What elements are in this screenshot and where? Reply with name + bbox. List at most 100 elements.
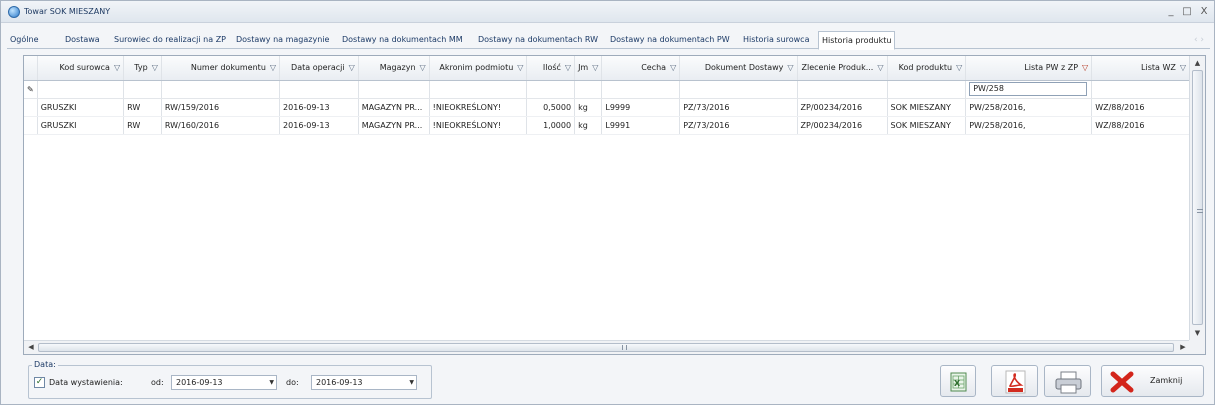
vertical-scroll-thumb[interactable]	[1192, 70, 1203, 325]
date-group-label: Data:	[32, 360, 58, 369]
funnel-icon[interactable]: ▽	[270, 63, 276, 72]
col-header-magazyn[interactable]: Magazyn ▽	[358, 56, 430, 81]
filter-cell[interactable]	[679, 80, 798, 99]
tab-dostawy-mm[interactable]: Dostawy na dokumentach MM	[339, 31, 466, 49]
tab-dostawy-na-magazynie[interactable]: Dostawy na magazynie	[233, 31, 332, 49]
col-header-typ[interactable]: Typ ▽	[123, 56, 162, 81]
tab-dostawy-rw[interactable]: Dostawy na dokumentach RW	[475, 31, 601, 49]
filter-cell[interactable]	[887, 80, 967, 99]
do-label: do:	[286, 378, 299, 387]
chevron-down-icon[interactable]: ▼	[409, 376, 414, 389]
maximize-button[interactable]: □	[1180, 5, 1194, 19]
excel-export-button[interactable]: X	[940, 365, 976, 397]
close-dialog-button[interactable]: Zamknij	[1101, 365, 1204, 397]
funnel-icon[interactable]: ▽	[787, 63, 793, 72]
col-header-cecha[interactable]: Cecha ▽	[601, 56, 681, 81]
filter-cell[interactable]	[429, 80, 528, 99]
cell-typ: RW	[123, 98, 162, 117]
cell-magazyn: MAGAZYN PR...	[358, 98, 430, 117]
filter-cell[interactable]	[797, 80, 888, 99]
horizontal-scrollbar[interactable]: ◀ ▶	[24, 340, 1190, 354]
col-header-ilosc[interactable]: Ilość ▽	[526, 56, 576, 81]
funnel-icon[interactable]: ▽	[114, 63, 120, 72]
grip-icon	[1197, 209, 1203, 213]
filter-cell[interactable]	[1091, 80, 1190, 99]
filter-cell[interactable]	[601, 80, 681, 99]
col-header-akronim-podmiotu[interactable]: Akronim podmiotu ▽	[429, 56, 528, 81]
col-header-data-operacji[interactable]: Data operacji ▽	[279, 56, 359, 81]
title-bar: Towar SOK MIESZANY _ □ X	[1, 1, 1214, 23]
scroll-up-arrow-icon[interactable]: ▲	[1190, 56, 1205, 70]
grid-viewport: Kod surowca ▽ Typ ▽ Numer dokumentu ▽ Data …	[24, 56, 1190, 341]
table-row[interactable]: GRUSZKI RW RW/160/2016 2016-09-13 MAGAZY…	[24, 116, 1190, 135]
minimize-button[interactable]: _	[1164, 5, 1178, 19]
funnel-icon[interactable]: ▽	[592, 63, 598, 72]
pencil-icon: ✎	[24, 80, 38, 99]
col-header-lista-pw-z-zp[interactable]: Lista PW z ZP ▽	[965, 56, 1093, 81]
tab-dostawa[interactable]: Dostawa	[62, 31, 103, 49]
col-header-kod-surowca[interactable]: Kod surowca ▽	[37, 56, 125, 81]
col-header-lista-wz[interactable]: Lista WZ ▽	[1091, 56, 1190, 81]
window-title: Towar SOK MIESZANY	[24, 7, 111, 16]
date-to-picker[interactable]: 2016-09-13 ▼	[311, 375, 417, 390]
date-from-picker[interactable]: 2016-09-13 ▼	[171, 375, 277, 390]
chevron-down-icon[interactable]: ▼	[269, 376, 274, 389]
print-button[interactable]	[1044, 365, 1091, 397]
svg-text:X: X	[954, 379, 961, 388]
pdf-export-button[interactable]	[991, 365, 1038, 397]
filter-cell-lista-pw: PW/258	[965, 80, 1093, 99]
close-window-button[interactable]: X	[1197, 5, 1211, 19]
scroll-right-arrow-icon[interactable]: ▶	[1176, 341, 1190, 354]
close-x-icon	[1110, 371, 1134, 393]
filter-cell[interactable]	[123, 80, 162, 99]
filter-cell[interactable]	[574, 80, 603, 99]
cell-lista-wz: WZ/88/2016	[1091, 98, 1190, 117]
lista-pw-filter-input[interactable]: PW/258	[969, 82, 1088, 96]
horizontal-scroll-thumb[interactable]	[38, 343, 1174, 352]
tab-historia-surowca[interactable]: Historia surowca	[740, 31, 812, 49]
funnel-icon[interactable]: ▽	[877, 63, 883, 72]
col-header-numer-dokumentu[interactable]: Numer dokumentu ▽	[161, 56, 281, 81]
funnel-icon[interactable]: ▽	[956, 63, 962, 72]
tab-ogolne[interactable]: Ogólne	[7, 31, 41, 49]
col-header-zlecenie-produkcyjne[interactable]: Zlecenie Produk... ▽	[797, 56, 888, 81]
col-header-jm[interactable]: Jm ▽	[574, 56, 603, 81]
filter-cell[interactable]	[161, 80, 281, 99]
tab-historia-produktu[interactable]: Historia produktu	[818, 31, 896, 50]
funnel-icon[interactable]: ▽	[670, 63, 676, 72]
filter-row: ✎ PW/258	[24, 80, 1190, 99]
tab-dostawy-pw[interactable]: Dostawy na dokumentach PW	[607, 31, 733, 49]
date-filter-group: Data: ✓ Data wystawienia: od: 2016-09-13…	[28, 360, 432, 399]
filter-cell[interactable]	[358, 80, 430, 99]
tab-surowiec-do-realizacji[interactable]: Surowiec do realizacji na ZP	[111, 31, 229, 49]
funnel-active-icon[interactable]: ▽	[1082, 63, 1088, 72]
cell-kod-surowca: GRUSZKI	[37, 98, 125, 117]
data-wystawienia-checkbox[interactable]: ✓	[34, 377, 45, 388]
funnel-icon[interactable]: ▽	[1180, 63, 1186, 72]
cell-magazyn: MAGAZYN PR...	[358, 116, 430, 135]
cell-cecha: L9991	[601, 116, 681, 135]
filter-cell[interactable]	[279, 80, 359, 99]
tab-scroll-arrows-icon[interactable]: ‹ ›	[1194, 35, 1204, 45]
funnel-icon[interactable]: ▽	[420, 63, 426, 72]
cell-jm: kg	[574, 98, 603, 117]
scroll-left-arrow-icon[interactable]: ◀	[24, 341, 38, 354]
row-indicator	[24, 98, 38, 117]
funnel-icon[interactable]: ▽	[565, 63, 571, 72]
cell-kod-produktu: SOK MIESZANY	[887, 116, 967, 135]
cell-lista-pw-z-zp: PW/258/2016,	[965, 98, 1093, 117]
funnel-icon[interactable]: ▽	[152, 63, 158, 72]
close-button-label: Zamknij	[1150, 376, 1183, 385]
funnel-icon[interactable]: ▽	[517, 63, 523, 72]
pdf-export-icon	[1005, 370, 1026, 394]
scroll-down-arrow-icon[interactable]: ▼	[1190, 326, 1205, 340]
vertical-scrollbar[interactable]: ▲ ▼	[1189, 56, 1205, 341]
date-from-value: 2016-09-13	[176, 378, 223, 387]
table-row[interactable]: GRUSZKI RW RW/159/2016 2016-09-13 MAGAZY…	[24, 98, 1190, 117]
funnel-icon[interactable]: ▽	[349, 63, 355, 72]
filter-cell[interactable]	[526, 80, 576, 99]
filter-cell[interactable]	[37, 80, 125, 99]
cell-lista-pw-z-zp: PW/258/2016,	[965, 116, 1093, 135]
col-header-kod-produktu[interactable]: Kod produktu ▽	[887, 56, 967, 81]
col-header-dokument-dostawy[interactable]: Dokument Dostawy ▽	[679, 56, 798, 81]
